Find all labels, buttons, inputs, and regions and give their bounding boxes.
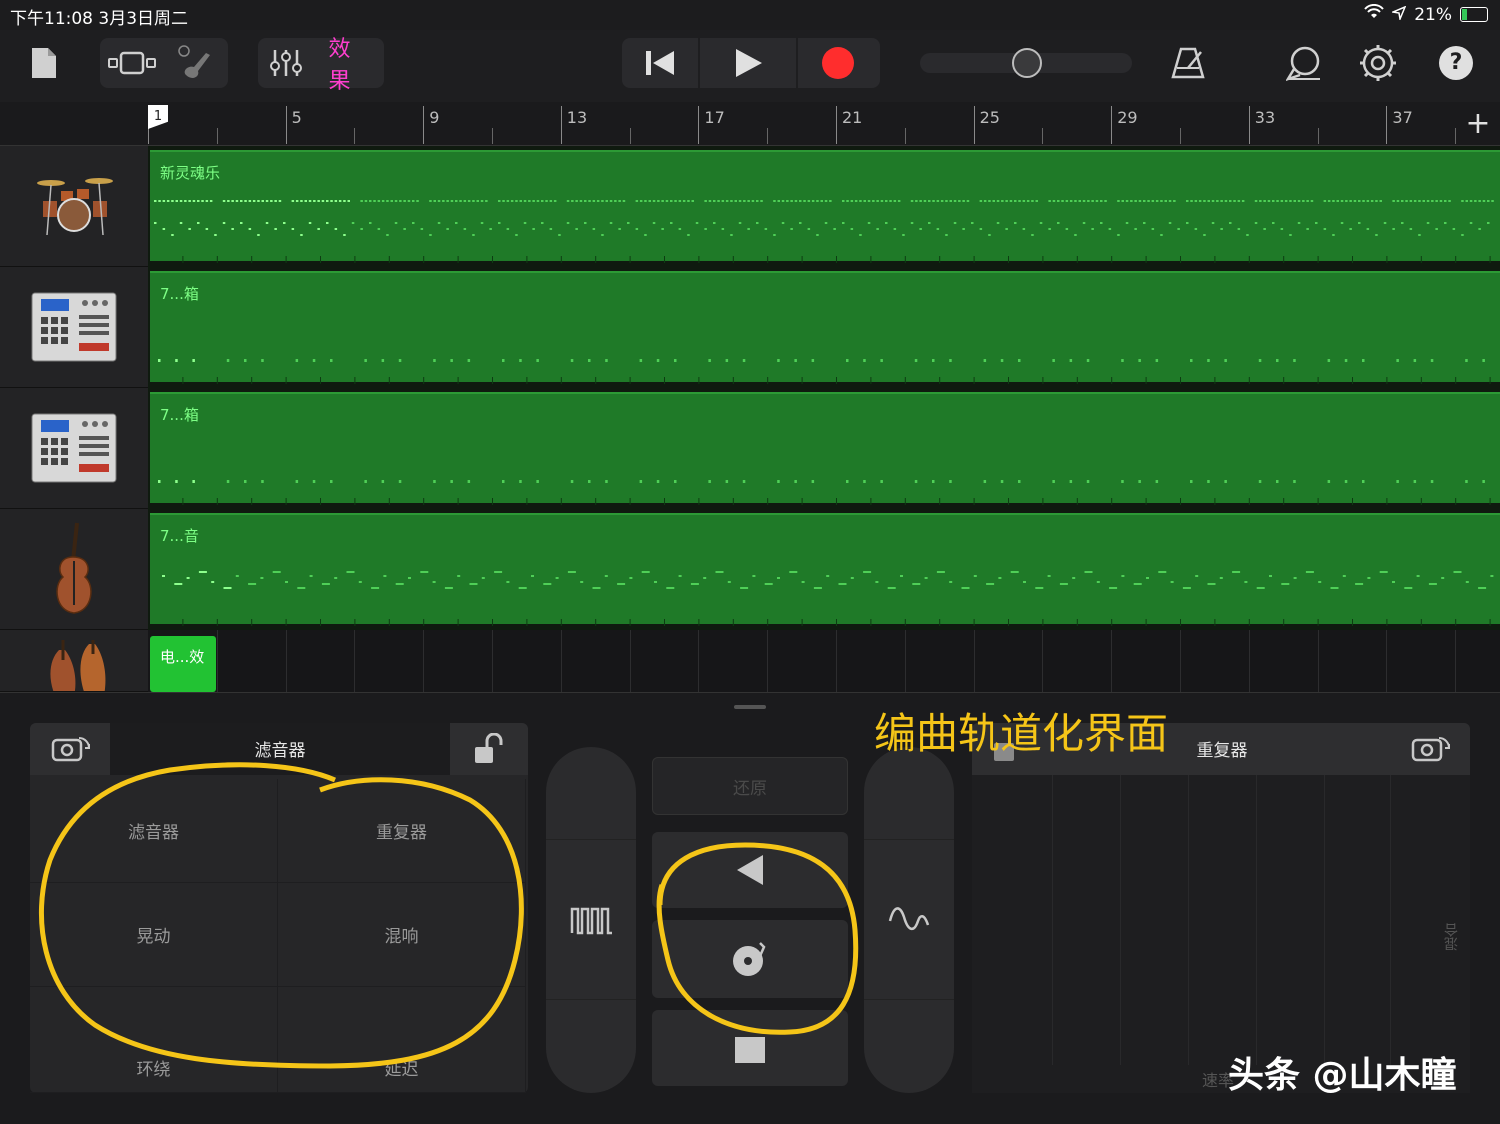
annotation-circle-controls: [656, 842, 859, 1035]
annotation-text: 编曲轨道化界面: [874, 709, 1169, 758]
watermark: 头条 @山木瞳: [1228, 1055, 1457, 1096]
annotation-circles: [38, 762, 859, 1069]
annotation-circle-pads: [38, 762, 524, 1069]
